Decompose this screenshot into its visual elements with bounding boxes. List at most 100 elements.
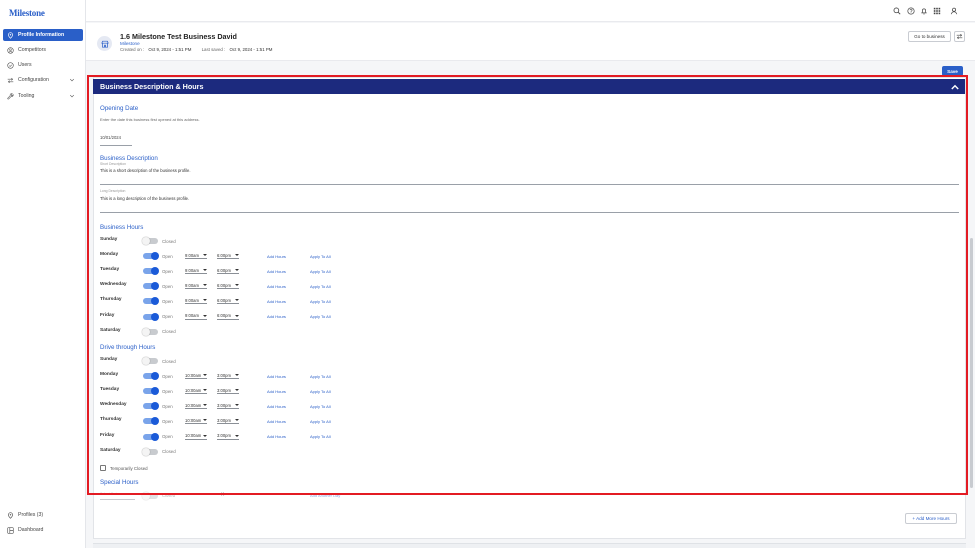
bell-icon[interactable] [920,7,928,15]
sidebar-item-profiles[interactable]: Profiles (3) [3,509,83,521]
thursday-open-toggle[interactable] [143,297,159,306]
wednesday-apply-to-all-link[interactable]: Apply To All [310,284,331,289]
monday-end-time-select[interactable]: 6:00pm [217,251,239,260]
add-another-day-link[interactable]: Add Another Day [310,493,340,498]
caret-down-icon [235,434,239,437]
wednesday-apply-to-all-link[interactable]: Apply To All [310,404,331,409]
friday-start-time-select[interactable]: 9:00am [185,312,207,320]
user-account-icon[interactable] [950,7,958,15]
tuesday-start-time-select[interactable]: 9:00am [185,266,207,275]
sunday-open-toggle[interactable] [142,357,158,365]
wednesday-end-time-select[interactable]: 6:00pm [217,281,239,290]
caret-down-icon [203,269,207,272]
thursday-add-hours-link[interactable]: Add Hours [267,419,286,424]
sidebar-item-competitors[interactable]: Competitors [3,44,83,56]
day-label: Saturday [100,447,121,453]
wednesday-start-time-select[interactable]: 10:00am [185,401,207,410]
end-time-value: 3:00pm [217,387,231,393]
saved-label: Last saved : [201,47,226,52]
end-time-value: 3:00pm [217,433,231,438]
open-state-label: Open [162,268,173,274]
sidebar-item-configuration[interactable]: Configuration [3,74,83,86]
tuesday-add-hours-link[interactable]: Add Hours [267,389,286,394]
business-hours-row-saturday: Saturday Closed [100,327,340,337]
tuesday-add-hours-link[interactable]: Add Hours [267,269,286,274]
thursday-apply-to-all-link[interactable]: Apply To All [310,299,331,304]
wednesday-add-hours-link[interactable]: Add Hours [267,284,286,289]
business-hours-row-tuesday: Tuesday Open 9:00am 6:00pm Add Hours Apply To… [100,266,340,276]
monday-apply-to-all-link[interactable]: Apply To All [310,374,331,379]
sidebar-item-tooling[interactable]: Tooling [3,90,83,102]
drive-hours-row-friday: Friday Open 10:00am 3:00pm Add Hours Apply To… [100,432,340,442]
thursday-add-hours-link[interactable]: Add Hours [267,299,286,304]
friday-start-time-select[interactable]: 10:00am [185,432,207,440]
opening-date-input[interactable]: 10/01/2024 [100,135,121,140]
wednesday-start-time-select[interactable]: 9:00am [185,281,207,290]
business-hours-row-sunday: Sunday Closed [100,236,340,246]
saturday-open-toggle[interactable] [142,447,158,456]
business-org-link[interactable]: Milestone [120,41,140,46]
day-label: Sunday [100,357,118,362]
saturday-open-toggle[interactable] [142,327,158,336]
sidebar-item-dashboard[interactable]: Dashboard [3,524,83,536]
monday-end-time-select[interactable]: 3:00pm [217,371,239,380]
drive-hours-row-thursday: Thursday Open 10:00am 3:00pm Add Hours Apply … [100,416,340,426]
friday-apply-to-all-link[interactable]: Apply To All [310,314,331,319]
business-hours-row-friday: Friday Open 9:00am 6:00pm Add Hours Apply To … [100,312,340,322]
wednesday-open-toggle[interactable] [143,402,159,411]
tuesday-apply-to-all-link[interactable]: Apply To All [310,269,331,274]
sunday-open-toggle[interactable] [142,237,158,245]
sidebar-item-users[interactable]: Users [3,59,83,71]
temporarily-closed-checkbox[interactable] [100,465,106,471]
tuesday-apply-to-all-link[interactable]: Apply To All [310,389,331,394]
tuesday-open-toggle[interactable] [143,267,159,276]
friday-add-hours-link[interactable]: Add Hours [267,434,286,439]
monday-add-hours-link[interactable]: Add Hours [267,374,286,379]
thursday-end-time-select[interactable]: 3:00pm [217,416,239,425]
wednesday-add-hours-link[interactable]: Add Hours [267,404,286,409]
monday-open-toggle[interactable] [143,372,159,381]
caret-down-icon [235,389,239,392]
search-icon[interactable] [893,7,901,15]
friday-end-time-select[interactable]: 6:00pm [217,312,239,320]
sidebar-item-profile-information[interactable]: Profile Information [3,29,83,41]
caret-down-icon [203,374,207,377]
go-to-business-button[interactable]: Go to business [908,31,951,42]
open-state-label: Open [162,283,173,289]
long-description-input[interactable]: This is a long description of the busine… [100,196,189,201]
friday-end-time-select[interactable]: 3:00pm [217,432,239,440]
switch-business-button[interactable] [954,31,965,42]
thursday-end-time-select[interactable]: 6:00pm [217,296,239,305]
tuesday-end-time-select[interactable]: 3:00pm [217,386,239,395]
caret-down-icon [203,434,207,437]
short-description-input[interactable]: This is a short description of the busin… [100,168,191,173]
thursday-start-time-select[interactable]: 9:00am [185,296,207,305]
scrollbar-thumb[interactable] [970,238,973,488]
thursday-start-time-select[interactable]: 10:00am [185,416,207,425]
friday-apply-to-all-link[interactable]: Apply To All [310,434,331,439]
friday-open-toggle[interactable] [143,312,159,321]
add-more-hours-button[interactable]: + Add More Hours [905,513,957,524]
thursday-open-toggle[interactable] [143,417,159,426]
monday-apply-to-all-link[interactable]: Apply To All [310,254,331,259]
save-button[interactable]: Save [942,66,963,76]
monday-add-hours-link[interactable]: Add Hours [267,254,286,259]
monday-open-toggle[interactable] [143,252,159,261]
apps-grid-icon[interactable] [933,7,941,15]
friday-open-toggle[interactable] [143,432,159,441]
chevron-up-icon[interactable] [951,84,959,90]
monday-start-time-select[interactable]: 9:00am [185,251,207,260]
tuesday-start-time-select[interactable]: 10:00am [185,386,207,395]
thursday-apply-to-all-link[interactable]: Apply To All [310,419,331,424]
tuesday-end-time-select[interactable]: 6:00pm [217,266,239,275]
monday-start-time-select[interactable]: 10:00am [185,371,207,380]
wednesday-open-toggle[interactable] [143,282,159,291]
help-icon[interactable] [907,7,915,15]
tuesday-open-toggle[interactable] [143,387,159,396]
special-hours-toggle[interactable] [142,492,158,500]
friday-add-hours-link[interactable]: Add Hours [267,314,286,319]
wednesday-end-time-select[interactable]: 3:00pm [217,401,239,410]
open-state-label: Closed [162,329,176,335]
remove-special-day-icon[interactable]: X [221,492,224,498]
special-date-input[interactable]: Select Date [100,492,119,496]
